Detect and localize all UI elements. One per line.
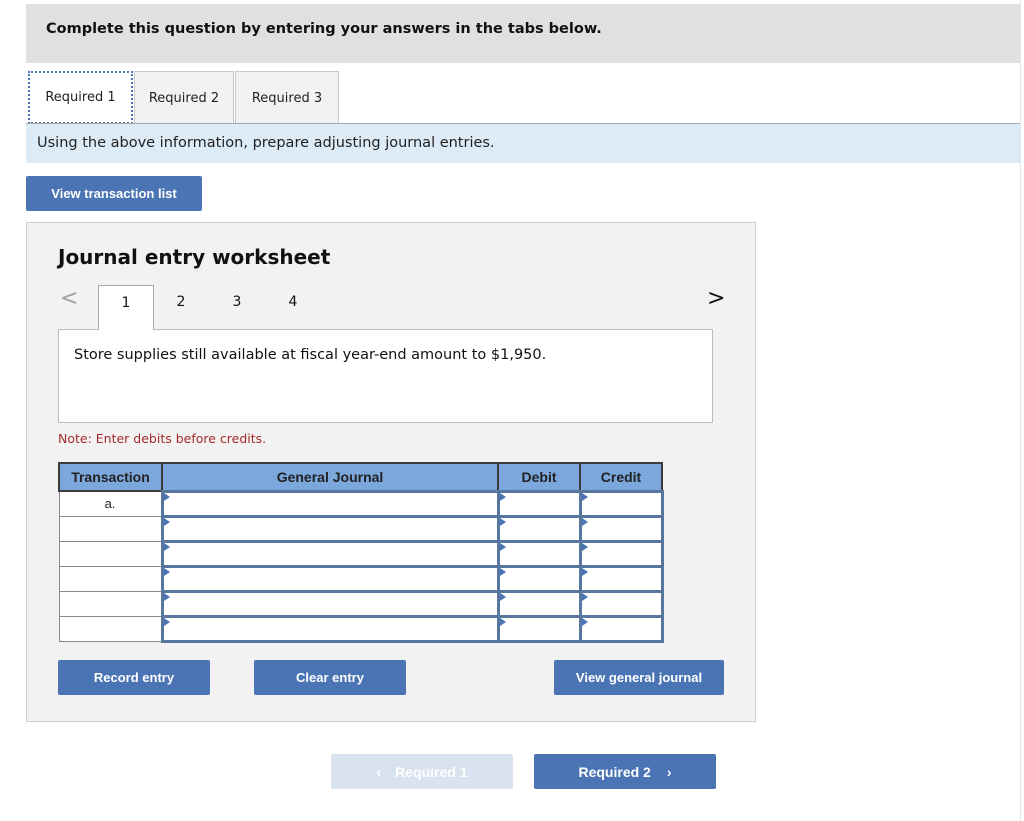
chevron-right-icon[interactable]: >	[707, 286, 725, 311]
view-general-journal-button[interactable]: View general journal	[554, 660, 724, 695]
entry-note: Note: Enter debits before credits.	[58, 431, 267, 446]
account-cell	[160, 589, 500, 618]
account-input[interactable]	[163, 617, 497, 640]
worksheet-step-3[interactable]: 3	[209, 285, 265, 329]
debit-input[interactable]	[499, 592, 579, 615]
debit-input[interactable]	[499, 542, 579, 565]
debit-cell	[496, 564, 582, 593]
credit-input[interactable]	[581, 542, 661, 565]
debit-cell	[496, 614, 582, 643]
credit-cell	[578, 539, 664, 568]
tab-label: Required 1	[45, 90, 116, 105]
previous-requirement-button[interactable]: ‹ Required 1	[331, 754, 513, 789]
account-input[interactable]	[163, 592, 497, 615]
record-entry-button[interactable]: Record entry	[58, 660, 210, 695]
account-input[interactable]	[163, 517, 497, 540]
instruction-banner: Complete this question by entering your …	[26, 4, 1020, 63]
tab-label: Required 2	[148, 90, 220, 106]
journal-row	[58, 514, 664, 543]
page-edge-divider	[1020, 0, 1021, 821]
worksheet-step-1[interactable]: 1	[98, 285, 154, 330]
transaction-cell	[58, 515, 163, 542]
next-requirement-label: Required 2	[578, 763, 651, 780]
journal-row	[58, 589, 664, 618]
transaction-cell	[58, 615, 163, 642]
journal-entry-worksheet: Journal entry worksheet < 1 2 3 4 > Stor…	[26, 222, 756, 722]
account-cell	[160, 539, 500, 568]
transaction-cell	[58, 565, 163, 592]
account-input[interactable]	[163, 567, 497, 590]
credit-cell	[578, 564, 664, 593]
credit-cell	[578, 614, 664, 643]
worksheet-step-4[interactable]: 4	[265, 285, 321, 329]
journal-row	[58, 564, 664, 593]
account-input[interactable]	[163, 492, 497, 515]
header-credit: Credit	[579, 462, 663, 492]
previous-requirement-label: Required 1	[395, 763, 468, 780]
prompt-banner: Using the above information, prepare adj…	[26, 124, 1020, 163]
tab-label: Required 3	[251, 90, 323, 106]
next-requirement-button[interactable]: Required 2 ›	[534, 754, 716, 789]
debit-input[interactable]	[499, 492, 579, 515]
header-transaction: Transaction	[58, 462, 163, 492]
transaction-description-box: Store supplies still available at fiscal…	[58, 329, 713, 423]
tab-required-3[interactable]: Required 3	[235, 71, 339, 124]
journal-row: a.	[58, 489, 664, 518]
transaction-cell: a.	[58, 490, 163, 517]
credit-input[interactable]	[581, 567, 661, 590]
debit-cell	[496, 514, 582, 543]
credit-cell	[578, 514, 664, 543]
debit-cell	[496, 489, 582, 518]
journal-table: Transaction General Journal Debit Credit…	[58, 462, 664, 643]
transaction-description: Store supplies still available at fiscal…	[74, 347, 547, 363]
transaction-cell	[58, 590, 163, 617]
worksheet-title: Journal entry worksheet	[58, 245, 331, 269]
account-cell	[160, 564, 500, 593]
credit-cell	[578, 589, 664, 618]
prompt-text: Using the above information, prepare adj…	[37, 135, 495, 151]
credit-input[interactable]	[581, 492, 661, 515]
journal-header-row: Transaction General Journal Debit Credit	[58, 462, 663, 492]
account-cell	[160, 489, 500, 518]
credit-input[interactable]	[581, 592, 661, 615]
tab-required-1[interactable]: Required 1	[28, 71, 133, 124]
clear-entry-button[interactable]: Clear entry	[254, 660, 406, 695]
credit-cell	[578, 489, 664, 518]
instruction-text: Complete this question by entering your …	[46, 21, 602, 37]
header-debit: Debit	[497, 462, 581, 492]
account-cell	[160, 614, 500, 643]
header-general-journal: General Journal	[161, 462, 499, 492]
worksheet-step-2[interactable]: 2	[153, 285, 209, 329]
account-cell	[160, 514, 500, 543]
journal-row	[58, 539, 664, 568]
transaction-cell	[58, 540, 163, 567]
credit-input[interactable]	[581, 617, 661, 640]
view-transaction-list-button[interactable]: View transaction list	[26, 176, 202, 211]
debit-input[interactable]	[499, 617, 579, 640]
journal-row	[58, 614, 664, 643]
credit-input[interactable]	[581, 517, 661, 540]
account-input[interactable]	[163, 542, 497, 565]
debit-cell	[496, 589, 582, 618]
tab-required-2[interactable]: Required 2	[134, 71, 234, 124]
chevron-right-icon: ›	[666, 763, 672, 780]
chevron-left-icon: ‹	[376, 763, 382, 780]
debit-cell	[496, 539, 582, 568]
debit-input[interactable]	[499, 567, 579, 590]
chevron-left-icon[interactable]: <	[60, 286, 78, 311]
debit-input[interactable]	[499, 517, 579, 540]
